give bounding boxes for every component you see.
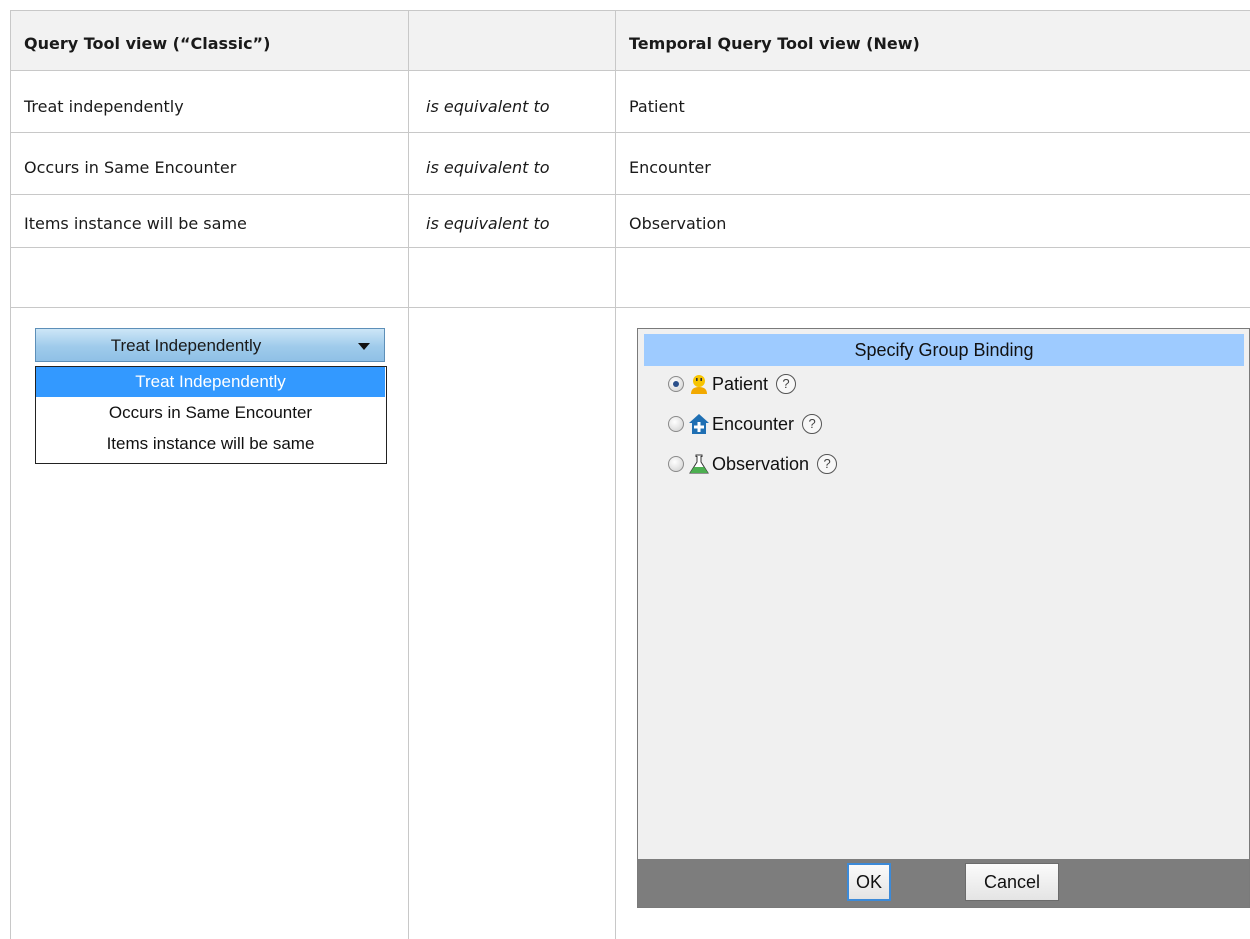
cell-classic: Occurs in Same Encounter bbox=[24, 158, 237, 177]
option-observation[interactable]: Observation ? bbox=[668, 449, 838, 479]
cell-temporal: Patient bbox=[629, 97, 685, 116]
option-label: Observation bbox=[712, 453, 810, 474]
option-patient[interactable]: Patient ? bbox=[668, 369, 797, 399]
radio-observation[interactable] bbox=[668, 456, 684, 472]
cell-temporal: Observation bbox=[629, 214, 727, 233]
cell-classic: Treat independently bbox=[24, 97, 184, 116]
table-rule bbox=[10, 132, 1250, 133]
dropdown-option-same-encounter[interactable]: Occurs in Same Encounter bbox=[36, 398, 385, 428]
help-icon[interactable]: ? bbox=[817, 454, 838, 474]
dropdown-option-treat-independently[interactable]: Treat Independently bbox=[36, 367, 385, 397]
help-icon[interactable]: ? bbox=[802, 414, 823, 434]
encounter-icon bbox=[688, 413, 710, 435]
cell-relation: is equivalent to bbox=[426, 97, 550, 116]
table-rule bbox=[408, 10, 409, 939]
table-rule bbox=[615, 10, 616, 939]
radio-patient[interactable] bbox=[668, 376, 684, 392]
cell-relation: is equivalent to bbox=[426, 214, 550, 233]
radio-encounter[interactable] bbox=[668, 416, 684, 432]
cell-relation: is equivalent to bbox=[426, 158, 550, 177]
header-temporal: Temporal Query Tool view (New) bbox=[629, 34, 920, 53]
ok-button[interactable]: OK bbox=[847, 863, 891, 901]
group-binding-dialog: Specify Group Binding Patient ? Encounte… bbox=[637, 328, 1250, 908]
dialog-footer: OK Cancel bbox=[638, 859, 1249, 907]
option-label: Encounter bbox=[712, 413, 795, 434]
dropdown-option-same-instance[interactable]: Items instance will be same bbox=[36, 429, 385, 459]
cell-temporal: Encounter bbox=[629, 158, 711, 177]
help-icon[interactable]: ? bbox=[776, 374, 797, 394]
cell-classic: Items instance will be same bbox=[24, 214, 247, 233]
chevron-down-icon[interactable] bbox=[358, 343, 370, 350]
option-label: Patient bbox=[712, 373, 769, 394]
table-rule bbox=[10, 194, 1250, 195]
table-rule bbox=[10, 247, 1250, 248]
option-encounter[interactable]: Encounter ? bbox=[668, 409, 823, 439]
patient-icon bbox=[688, 373, 710, 395]
dialog-title: Specify Group Binding bbox=[644, 334, 1244, 366]
dropdown-selected-value: Treat Independently bbox=[110, 336, 262, 355]
table-rule bbox=[10, 70, 1250, 71]
header-classic: Query Tool view (“Classic”) bbox=[24, 34, 271, 53]
table-rule bbox=[10, 10, 1250, 11]
cancel-button[interactable]: Cancel bbox=[965, 863, 1059, 901]
table-rule bbox=[10, 307, 1250, 308]
table-rule bbox=[10, 10, 11, 939]
group-binding-dropdown[interactable]: Treat Independently bbox=[35, 328, 385, 362]
flask-icon bbox=[688, 453, 710, 475]
dropdown-option-list: Treat Independently Occurs in Same Encou… bbox=[35, 366, 387, 464]
